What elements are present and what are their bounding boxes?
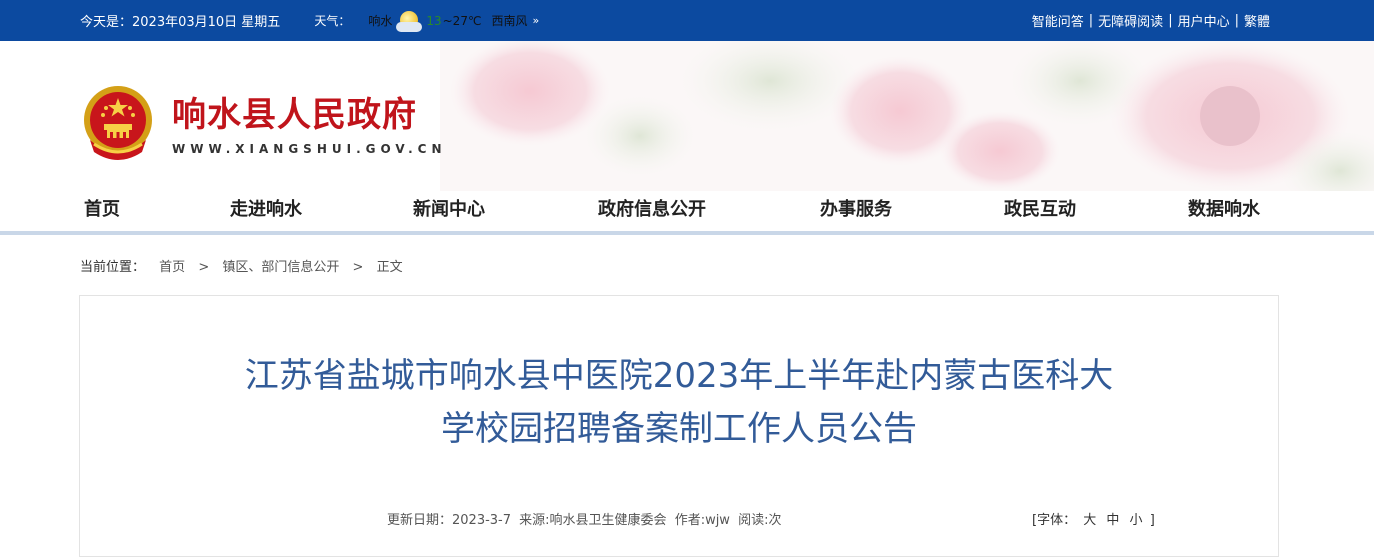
- article-title-line: 江苏省盐城市响水县中医院2023年上半年赴内蒙古医科大: [244, 356, 1114, 396]
- font-size-selector: [字体： 大 中 小 ]: [1032, 509, 1155, 528]
- weather-label: 天气：: [314, 14, 351, 28]
- main-nav: 首页 走进响水 新闻中心 政府信息公开 办事服务 政民互动 数据响水: [0, 191, 1374, 231]
- weather-temp-low: 13: [426, 13, 442, 28]
- breadcrumb-separator: >: [198, 260, 210, 275]
- breadcrumb-label: 当前位置：: [80, 260, 146, 275]
- sun-cloud-icon: [394, 9, 424, 33]
- weather-temp: ~27℃: [442, 13, 482, 28]
- national-emblem-icon: [84, 86, 152, 160]
- site-title[interactable]: 响水县人民政府: [172, 87, 417, 136]
- font-size-label: [字体：: [1032, 513, 1077, 528]
- link-accessible-reading[interactable]: 无障碍阅读: [1098, 11, 1163, 30]
- top-bar-left: 今天是：2023年03月10日 星期五 天气： 响水 13 ~27℃ 西南风 »: [80, 0, 539, 41]
- article-title: 江苏省盐城市响水县中医院2023年上半年赴内蒙古医科大 学校园招聘备案制工作人员…: [80, 350, 1278, 456]
- breadcrumb-dept-info[interactable]: 镇区、部门信息公开: [222, 260, 339, 275]
- article-title-line: 学校园招聘备案制工作人员公告: [441, 409, 917, 449]
- weather-city: 响水: [368, 14, 393, 28]
- article-source: 来源:响水县卫生健康委会: [519, 513, 667, 528]
- article-container: 江苏省盐城市响水县中医院2023年上半年赴内蒙古医科大 学校园招聘备案制工作人员…: [79, 295, 1279, 557]
- breadcrumb: 当前位置： 首页 > 镇区、部门信息公开 > 正文: [80, 256, 403, 275]
- weather-widget[interactable]: 天气： 响水 13 ~27℃ 西南风 »: [314, 9, 539, 33]
- site-header: 响水县人民政府 WWW.XIANGSHUI.GOV.CN: [0, 41, 1374, 191]
- site-url: WWW.XIANGSHUI.GOV.CN: [172, 142, 447, 156]
- link-traditional-chinese[interactable]: 繁體: [1244, 11, 1270, 30]
- separator: |: [1234, 13, 1239, 28]
- nav-item-data[interactable]: 数据响水: [1188, 195, 1260, 221]
- current-date: 今天是：2023年03月10日 星期五: [80, 15, 281, 30]
- flower-banner-decoration: [440, 41, 1374, 191]
- update-date: 更新日期：2023-3-7: [387, 513, 512, 528]
- font-size-close: ]: [1149, 513, 1155, 528]
- separator: |: [1168, 13, 1173, 28]
- weather-wind: 西南风: [491, 14, 528, 28]
- weather-more-icon[interactable]: »: [532, 14, 539, 27]
- article-meta: 更新日期：2023-3-7 来源:响水县卫生健康委会 作者:wjw 阅读:次: [387, 509, 785, 528]
- font-size-small-button[interactable]: 小: [1130, 513, 1143, 528]
- font-size-medium-button[interactable]: 中: [1106, 513, 1119, 528]
- top-bar: 今天是：2023年03月10日 星期五 天气： 响水 13 ~27℃ 西南风 »…: [0, 0, 1374, 41]
- nav-item-services[interactable]: 办事服务: [820, 195, 892, 221]
- nav-item-home[interactable]: 首页: [84, 195, 120, 221]
- nav-item-gov-info[interactable]: 政府信息公开: [598, 195, 706, 221]
- nav-item-news[interactable]: 新闻中心: [413, 195, 485, 221]
- font-size-large-button[interactable]: 大: [1083, 513, 1096, 528]
- nav-divider: [0, 231, 1374, 235]
- separator: |: [1088, 13, 1094, 28]
- breadcrumb-separator: >: [352, 260, 364, 275]
- nav-item-about[interactable]: 走进响水: [230, 195, 302, 221]
- breadcrumb-current: 正文: [376, 260, 403, 275]
- breadcrumb-home[interactable]: 首页: [159, 260, 185, 275]
- top-bar-links: 智能问答 | 无障碍阅读 | 用户中心 | 繁體: [1032, 0, 1270, 41]
- article-author: 作者:wjw: [674, 513, 730, 528]
- link-smart-qa[interactable]: 智能问答: [1032, 11, 1084, 30]
- link-user-center[interactable]: 用户中心: [1178, 11, 1230, 30]
- nav-item-interaction[interactable]: 政民互动: [1004, 195, 1076, 221]
- article-reads: 阅读:次: [738, 513, 782, 528]
